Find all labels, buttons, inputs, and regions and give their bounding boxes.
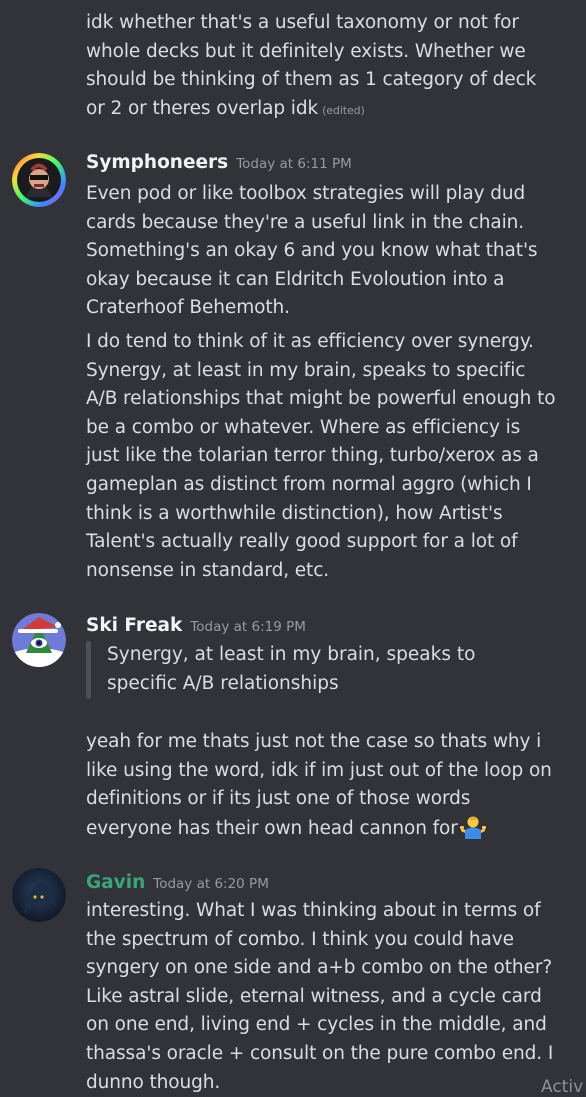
avatar[interactable] bbox=[12, 613, 66, 667]
message-content: I do tend to think of it as efficiency o… bbox=[86, 331, 556, 581]
message-header: Gavin Today at 6:20 PM bbox=[86, 872, 269, 898]
gavin-avatar-icon bbox=[12, 868, 66, 922]
timestamp: Today at 6:20 PM bbox=[153, 876, 269, 892]
username[interactable]: Gavin bbox=[86, 872, 145, 893]
symphoneers-avatar-icon bbox=[12, 153, 66, 207]
message-header: Ski Freak Today at 6:19 PM bbox=[86, 615, 306, 641]
timestamp: Today at 6:11 PM bbox=[236, 156, 352, 172]
avatar[interactable] bbox=[12, 868, 66, 922]
timestamp: Today at 6:19 PM bbox=[190, 619, 306, 635]
person-shrugging-emoji-icon[interactable] bbox=[459, 814, 486, 840]
blockquote-text: Synergy, at least in my brain, speaks to… bbox=[107, 644, 476, 694]
activation-watermark: Activ bbox=[541, 1077, 584, 1097]
username[interactable]: Symphoneers bbox=[86, 152, 228, 173]
username[interactable]: Ski Freak bbox=[86, 615, 182, 636]
message-content: Even pod or like toolbox strategies will… bbox=[86, 183, 538, 319]
avatar[interactable] bbox=[12, 153, 66, 207]
ski-freak-avatar-icon bbox=[12, 613, 66, 667]
message-content: yeah for me thats just not the case so t… bbox=[86, 728, 556, 843]
blockquote-bar bbox=[86, 641, 91, 699]
message-header: Symphoneers Today at 6:11 PM bbox=[86, 152, 352, 178]
chat-message-list: idk whether that's a useful taxonomy or … bbox=[0, 0, 586, 1097]
message-content: idk whether that's a useful taxonomy or … bbox=[86, 9, 556, 125]
edited-label: (edited) bbox=[322, 103, 365, 117]
message-content: interesting. What I was thinking about i… bbox=[86, 900, 554, 1093]
message-text: idk whether that's a useful taxonomy or … bbox=[86, 12, 537, 119]
